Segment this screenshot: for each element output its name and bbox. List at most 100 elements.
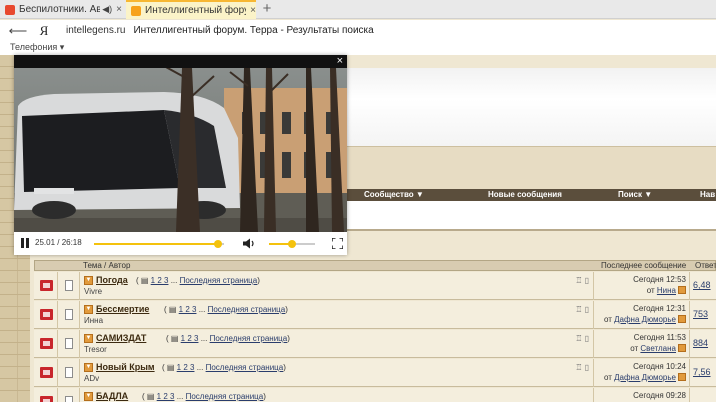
- topic-attachment-icon: ♖ ▯: [575, 363, 589, 372]
- yandex-logo-icon[interactable]: Я: [36, 23, 52, 39]
- fullscreen-icon[interactable]: [332, 238, 343, 249]
- address-page-title[interactable]: Интеллигентный форум. Терра - Результаты…: [133, 25, 373, 36]
- topic-page-links[interactable]: 1 2 3: [151, 276, 169, 285]
- topic-pages: ( ▤ 1 2 3 ... Последняя страница): [162, 363, 286, 372]
- header-replies[interactable]: Ответ: [695, 261, 716, 270]
- goto-new-icon[interactable]: ▼: [84, 334, 93, 343]
- table-row: ▼ Новый Крым ( ▤ 1 2 3 ... Последняя стр…: [34, 359, 716, 387]
- document-icon: [65, 280, 73, 291]
- address-domain[interactable]: intellegens.ru: [66, 25, 125, 36]
- tab-intellegens[interactable]: Интеллигентный форум ×: [126, 0, 256, 19]
- volume-icon[interactable]: [242, 238, 256, 249]
- last-post-author: от Нина: [647, 286, 686, 295]
- forum-navbar: Сообщество ▼ Новые сообщения Поиск ▼ Нав: [346, 189, 716, 201]
- topic-page-links[interactable]: 1 2 3: [157, 392, 175, 401]
- document-icon: [65, 396, 73, 402]
- topic-page-links[interactable]: 1 2 3: [181, 334, 199, 343]
- last-post-author: от Светлана: [630, 344, 686, 353]
- topic-attachment-icon: ♖ ▯: [575, 305, 589, 314]
- seek-slider[interactable]: [94, 240, 224, 248]
- close-tab-icon[interactable]: ×: [116, 4, 122, 15]
- table-row: ▼ БАДЛА ( ▤ 1 2 3 ... Последняя страница…: [34, 388, 716, 402]
- last-page-link[interactable]: Последняя страница: [186, 392, 264, 401]
- seek-fill: [94, 243, 218, 245]
- goto-new-icon[interactable]: ▼: [84, 392, 93, 401]
- new-tab-button[interactable]: +: [260, 0, 274, 19]
- reply-count[interactable]: 7,56: [693, 367, 711, 377]
- topic-pages: ( ▤ 1 2 3 ... Последняя страница): [136, 276, 260, 285]
- document-icon: [65, 367, 73, 378]
- video-player[interactable]: × 25.01 / 26:18: [14, 55, 347, 255]
- topic-pages: ( ▤ 1 2 3 ... Последняя страница): [142, 392, 266, 401]
- reply-count[interactable]: 6,48: [693, 280, 711, 290]
- last-post-time: Сегодня 12:31: [633, 304, 686, 313]
- close-icon[interactable]: ×: [337, 55, 343, 67]
- topic-title[interactable]: САМИЗДАТ: [96, 333, 146, 343]
- topic-author[interactable]: Vivre: [84, 287, 102, 296]
- topic-title[interactable]: Погода: [96, 275, 128, 285]
- table-row: ▼ Бессмертие ( ▤ 1 2 3 ... Последняя стр…: [34, 301, 716, 329]
- last-post-time: Сегодня 11:53: [633, 333, 686, 342]
- topic-author[interactable]: Tresor: [84, 345, 107, 354]
- goto-last-icon[interactable]: [678, 373, 686, 381]
- time-display: 25.01 / 26:18: [35, 238, 82, 247]
- topic-pages: ( ▤ 1 2 3 ... Последняя страница): [166, 334, 290, 343]
- header-topic[interactable]: Тема / Автор: [83, 261, 130, 270]
- nav-search[interactable]: Поиск ▼: [618, 190, 652, 199]
- last-page-link[interactable]: Последняя страница: [206, 363, 284, 372]
- last-page-link[interactable]: Последняя страница: [208, 305, 286, 314]
- table-row: ▼ Погода ( ▤ 1 2 3 ... Последняя страниц…: [34, 272, 716, 300]
- last-post-time: Сегодня 10:24: [633, 362, 686, 371]
- last-post-author: от Дафна Дюморье: [604, 373, 686, 382]
- table-row: ▼ САМИЗДАТ ( ▤ 1 2 3 ... Последняя стран…: [34, 330, 716, 358]
- goto-last-icon[interactable]: [678, 315, 686, 323]
- close-tab-icon[interactable]: ×: [250, 5, 256, 16]
- goto-new-icon[interactable]: ▼: [84, 363, 93, 372]
- topic-page-links[interactable]: 1 2 3: [177, 363, 195, 372]
- pause-icon[interactable]: [21, 238, 29, 248]
- tab-bespilotniki[interactable]: Беспилотники. Автом ◀) ×: [0, 0, 122, 19]
- speaker-icon[interactable]: ◀): [102, 4, 112, 15]
- back-arrow-icon[interactable]: ⟵: [8, 23, 28, 39]
- topic-title[interactable]: Бессмертие: [96, 304, 149, 314]
- bookmark-telefonia[interactable]: Телефония ▾: [10, 42, 64, 52]
- document-icon: [65, 338, 73, 349]
- reply-count[interactable]: 884: [693, 338, 708, 348]
- topic-author[interactable]: Инна: [84, 316, 103, 325]
- topic-page-links[interactable]: 1 2 3: [179, 305, 197, 314]
- nav-new-posts[interactable]: Новые сообщения: [488, 190, 562, 199]
- tab-label: Беспилотники. Автом: [19, 4, 101, 15]
- topic-author[interactable]: ADv: [84, 374, 99, 383]
- table-header: Тема / Автор Последнее сообщение Ответ: [34, 260, 716, 271]
- address-bar: ⟵ Я intellegens.ru Интеллигентный форум.…: [0, 20, 716, 41]
- volume-slider[interactable]: [269, 240, 315, 248]
- topic-attachment-icon: ♖ ▯: [575, 334, 589, 343]
- topic-title[interactable]: Новый Крым: [96, 362, 155, 372]
- folder-icon: [40, 338, 53, 349]
- seek-knob[interactable]: [214, 240, 222, 248]
- folder-icon: [40, 367, 53, 378]
- last-page-link[interactable]: Последняя страница: [210, 334, 288, 343]
- header-last-post[interactable]: Последнее сообщение: [601, 261, 686, 270]
- tab-favicon-icon: [131, 5, 141, 16]
- goto-last-icon[interactable]: [678, 286, 686, 294]
- nav-navigation[interactable]: Нав: [700, 190, 715, 199]
- player-titlebar[interactable]: ×: [14, 55, 347, 68]
- goto-last-icon[interactable]: [678, 344, 686, 352]
- last-page-link[interactable]: Последняя страница: [180, 276, 258, 285]
- folder-icon: [40, 396, 53, 402]
- goto-new-icon[interactable]: ▼: [84, 276, 93, 285]
- folder-icon: [40, 280, 53, 291]
- goto-new-icon[interactable]: ▼: [84, 305, 93, 314]
- folder-icon: [40, 309, 53, 320]
- topic-pages: ( ▤ 1 2 3 ... Последняя страница): [164, 305, 288, 314]
- bookmarks-bar: Телефония ▾: [0, 41, 716, 55]
- nav-community[interactable]: Сообщество ▼: [364, 190, 424, 199]
- tab-label: Интеллигентный форум: [145, 5, 247, 16]
- player-controls: 25.01 / 26:18: [14, 232, 347, 255]
- last-post-time: Сегодня 09:28: [633, 391, 686, 400]
- topic-title[interactable]: БАДЛА: [96, 391, 128, 401]
- video-frame[interactable]: [14, 68, 347, 232]
- reply-count[interactable]: 753: [693, 309, 708, 319]
- volume-knob[interactable]: [288, 240, 296, 248]
